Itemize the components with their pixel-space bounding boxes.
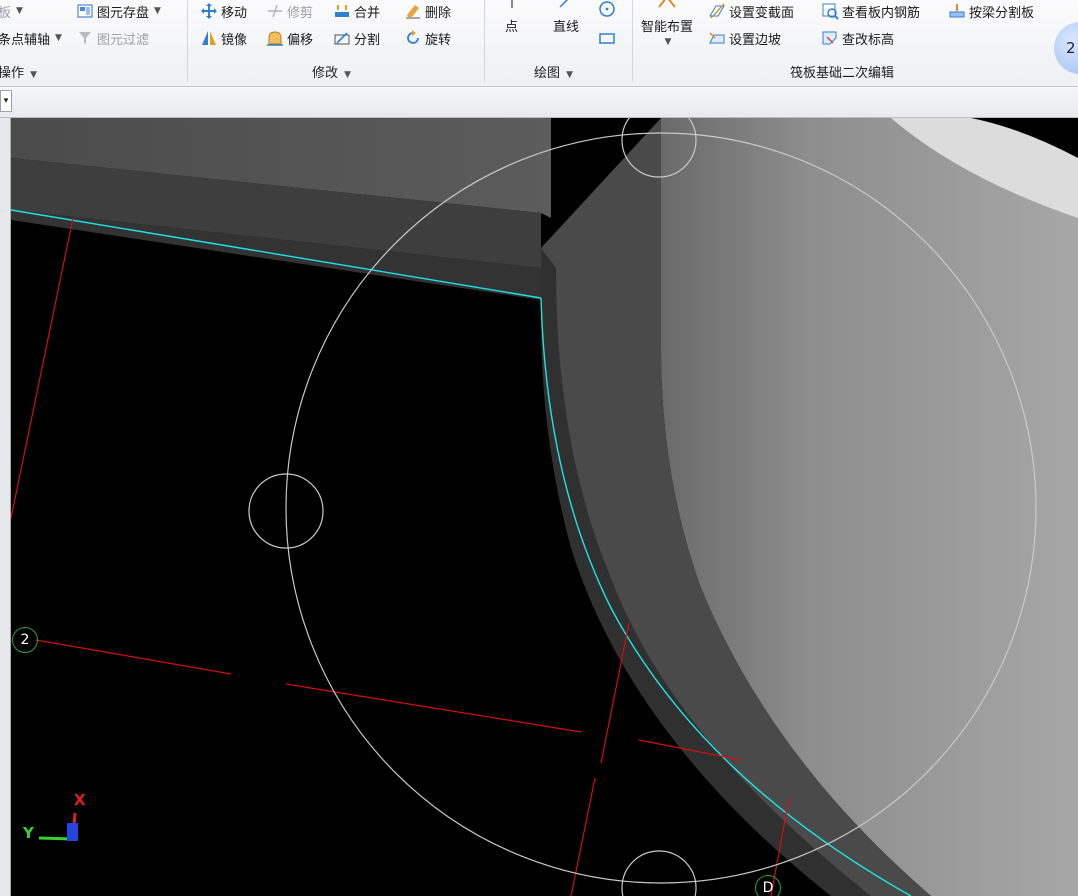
elevation-icon xyxy=(821,29,839,47)
ribbon: 板 ▼ 条点辅轴 ▼ 图元存盘 ▼ 图元过滤 操作 ▼ 移动 修剪 xyxy=(0,0,1078,87)
drawing-viewport[interactable]: 2 D X Y xyxy=(11,118,1078,896)
mirror-button[interactable]: 镜像 xyxy=(200,27,247,49)
merge-button[interactable]: 合并 xyxy=(333,0,380,22)
line-button[interactable]: 直线 xyxy=(553,0,579,35)
move-button[interactable]: 移动 xyxy=(200,0,247,22)
chevron-down-icon: ▾ xyxy=(3,96,9,106)
view-board-rebar-button[interactable]: 查看板内钢筋 xyxy=(821,0,920,22)
scene-canvas[interactable] xyxy=(11,118,1078,896)
view-board-rebar-label: 查看板内钢筋 xyxy=(842,5,921,21)
move-label: 移动 xyxy=(221,5,248,21)
group-divider xyxy=(187,0,188,82)
filter-element-button[interactable]: 图元过滤 xyxy=(76,27,149,49)
filter-icon xyxy=(76,29,94,47)
split-by-beam-icon xyxy=(948,2,966,20)
view-rebar-icon xyxy=(821,2,839,20)
trim-icon xyxy=(266,2,284,20)
smart-layout-button[interactable]: 智能布置 ▼ xyxy=(641,0,693,47)
offset-button[interactable]: 偏移 xyxy=(266,27,313,49)
split-by-beam-button[interactable]: 按梁分割板 xyxy=(948,0,1034,22)
grid-bubble-d[interactable]: D xyxy=(755,875,781,896)
set-variable-section-label: 设置变截面 xyxy=(729,5,795,21)
mirror-icon xyxy=(200,29,218,47)
chevron-down-icon: ▼ xyxy=(55,33,62,43)
group-divider xyxy=(484,0,485,82)
modify-group-label: 修改 ▼ xyxy=(312,66,352,81)
split-icon xyxy=(333,29,351,47)
check-elevation-label: 查改标高 xyxy=(842,32,895,48)
chevron-down-icon: ▼ xyxy=(16,6,23,16)
set-edge-slope-button[interactable]: 设置边坡 xyxy=(708,27,781,49)
merge-icon xyxy=(333,2,351,20)
rotate-icon xyxy=(404,29,422,47)
point-icon xyxy=(510,0,513,8)
set-edge-slope-label: 设置边坡 xyxy=(729,32,782,48)
point-button[interactable]: 点 xyxy=(505,0,518,35)
x-axis-label: X xyxy=(74,791,86,809)
board-partial-label: 板 xyxy=(0,2,11,21)
split-button[interactable]: 分割 xyxy=(333,27,380,49)
trim-button[interactable]: 修剪 xyxy=(266,0,313,22)
delete-label: 删除 xyxy=(425,5,452,21)
property-toolbar: ▾ xyxy=(0,87,1078,118)
rotate-label: 旋转 xyxy=(425,32,452,48)
rectangle-icon xyxy=(598,29,616,47)
left-panel-edge[interactable] xyxy=(0,118,11,896)
y-axis-label: Y xyxy=(23,824,34,842)
line-icon xyxy=(557,0,575,8)
chevron-down-icon: ▼ xyxy=(154,6,161,16)
set-variable-section-button[interactable]: 设置变截面 xyxy=(708,0,794,22)
chevron-down-icon: ▼ xyxy=(664,37,672,47)
board-partial-item[interactable]: 板 ▼ xyxy=(0,0,23,22)
edge-slope-icon xyxy=(708,29,726,47)
axis-partial-label: 条点辅轴 xyxy=(0,32,51,48)
group-divider xyxy=(632,0,633,82)
filter-element-label: 图元过滤 xyxy=(97,32,150,48)
eraser-icon xyxy=(404,2,422,20)
smart-layout-icon xyxy=(655,0,679,8)
delete-button[interactable]: 删除 xyxy=(404,0,451,22)
draw-group-label: 绘图 ▼ xyxy=(534,66,574,81)
operate-group-label: 操作 ▼ xyxy=(0,66,38,81)
trim-label: 修剪 xyxy=(287,5,314,21)
circle-icon xyxy=(598,0,616,18)
smart-layout-label: 智能布置 xyxy=(641,20,694,35)
save-element-button[interactable]: 图元存盘 ▼ xyxy=(76,0,161,22)
merge-label: 合并 xyxy=(354,5,381,21)
help-badge[interactable]: 2 xyxy=(1054,22,1078,74)
handle-bottom xyxy=(621,850,697,896)
axis-line-b xyxy=(570,622,630,896)
variable-section-icon xyxy=(708,2,726,20)
offset-icon xyxy=(266,29,284,47)
check-elevation-button[interactable]: 查改标高 xyxy=(821,27,894,49)
save-element-icon xyxy=(76,2,94,20)
save-element-label: 图元存盘 xyxy=(97,5,150,21)
rotate-button[interactable]: 旋转 xyxy=(404,27,451,49)
raft-edit-group-label: 筏板基础二次编辑 xyxy=(790,66,895,81)
axis-partial-item[interactable]: 条点辅轴 ▼ xyxy=(0,27,62,49)
mirror-label: 镜像 xyxy=(221,32,248,48)
split-label: 分割 xyxy=(354,32,381,48)
move-icon xyxy=(200,2,218,20)
axis-line-a xyxy=(11,217,74,519)
rectangle-button[interactable] xyxy=(598,27,616,49)
point-label: 点 xyxy=(505,20,519,35)
z-axis-marker xyxy=(67,823,78,841)
split-by-beam-label: 按梁分割板 xyxy=(969,5,1035,21)
circle-button[interactable] xyxy=(598,0,616,20)
offset-label: 偏移 xyxy=(287,32,314,48)
grid-bubble-2[interactable]: 2 xyxy=(12,627,38,653)
line-label: 直线 xyxy=(553,20,580,35)
layer-dropdown[interactable]: ▾ xyxy=(0,90,12,112)
